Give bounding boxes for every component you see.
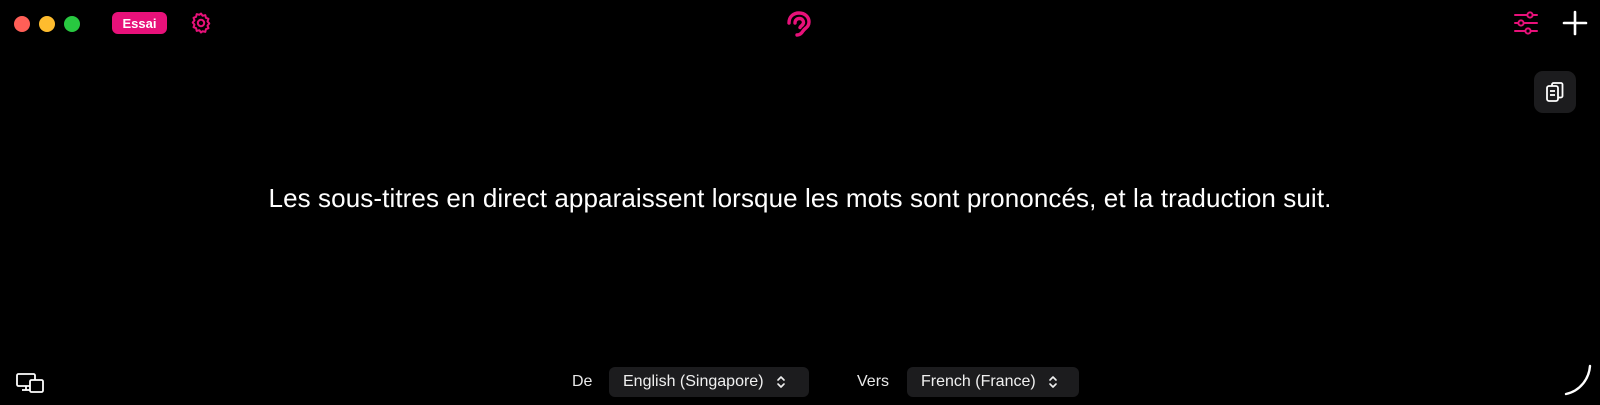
sliders-icon[interactable] <box>1513 10 1539 36</box>
language-bar: De English (Singapore) Vers French (Fran… <box>0 367 1600 397</box>
chevron-updown-icon <box>1048 376 1057 388</box>
target-language-select[interactable]: French (France) <box>907 367 1079 397</box>
plus-icon[interactable] <box>1562 10 1588 36</box>
copy-button[interactable] <box>1534 71 1576 113</box>
trial-badge[interactable]: Essai <box>112 12 167 34</box>
window-controls <box>14 16 80 32</box>
maximize-window-button[interactable] <box>64 16 80 32</box>
source-language-value: English (Singapore) <box>623 373 764 390</box>
copy-icon <box>1546 82 1564 102</box>
source-language-select[interactable]: English (Singapore) <box>609 367 809 397</box>
chevron-updown-icon <box>776 376 785 388</box>
target-language-value: French (France) <box>921 373 1036 390</box>
to-label: Vers <box>857 373 890 390</box>
spinner-arc-icon <box>1564 364 1592 396</box>
ear-icon <box>787 11 811 37</box>
gear-icon[interactable] <box>189 11 213 35</box>
minimize-window-button[interactable] <box>39 16 55 32</box>
close-window-button[interactable] <box>14 16 30 32</box>
from-label: De <box>572 373 593 390</box>
live-caption-text: Les sous-titres en direct apparaissent l… <box>268 183 1332 213</box>
